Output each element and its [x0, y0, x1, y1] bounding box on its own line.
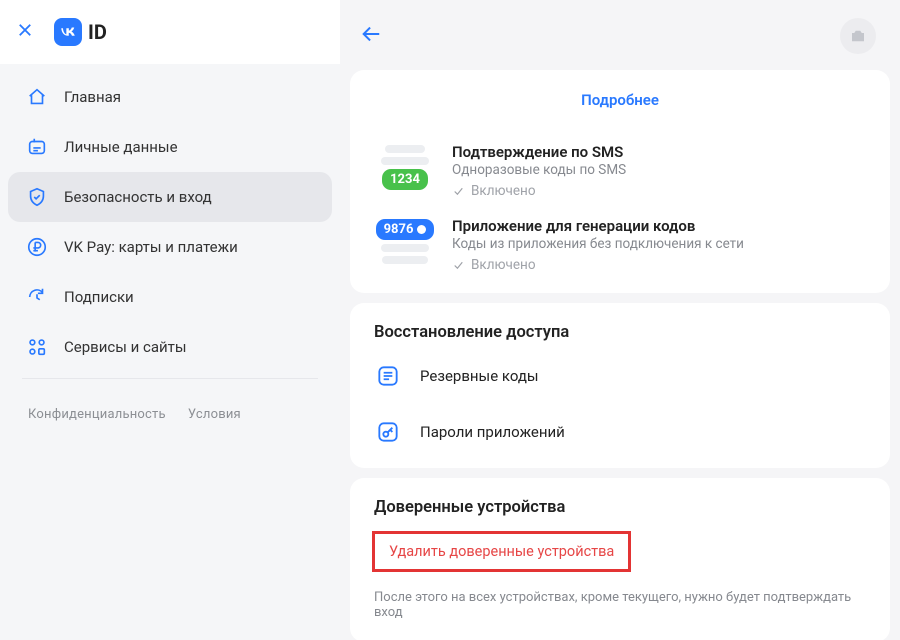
method-status: Включено — [452, 183, 866, 199]
check-icon — [452, 185, 465, 198]
key-icon — [374, 418, 402, 446]
refresh-icon — [26, 286, 48, 308]
close-icon[interactable] — [16, 21, 34, 43]
recovery-heading: Восстановление доступа — [350, 303, 890, 348]
id-card-icon — [26, 136, 48, 158]
trusted-heading: Доверенные устройства — [350, 478, 890, 523]
sidebar-item-label: Подписки — [64, 288, 134, 306]
trusted-hint: После этого на всех устройствах, кроме т… — [350, 582, 890, 640]
method-title: Подтверждение по SMS — [452, 143, 866, 162]
method-sms[interactable]: 1234 Подтверждение по SMS Одноразовые ко… — [350, 131, 890, 209]
sidebar-item-personal[interactable]: Личные данные — [8, 122, 332, 172]
logo: ID — [54, 18, 107, 46]
sidebar-item-label: Сервисы и сайты — [64, 338, 187, 356]
list-icon — [374, 362, 402, 390]
sidebar-item-label: Безопасность и вход — [64, 188, 212, 206]
app-thumb-icon: 9876 — [374, 217, 436, 264]
sidebar-item-security[interactable]: Безопасность и вход — [8, 172, 332, 222]
logo-text: ID — [88, 20, 107, 44]
method-title: Приложение для генерации кодов — [452, 217, 866, 236]
method-sub: Одноразовые коды по SMS — [452, 162, 866, 183]
method-sub: Коды из приложения без подключения к сет… — [452, 236, 866, 257]
row-app-passwords[interactable]: Пароли приложений — [350, 404, 890, 460]
row-label: Пароли приложений — [420, 423, 565, 441]
back-button[interactable] — [360, 23, 382, 49]
sms-thumb-icon: 1234 — [374, 143, 436, 190]
sidebar-item-services[interactable]: Сервисы и сайты — [8, 322, 332, 372]
camera-icon — [849, 27, 867, 45]
more-link[interactable]: Подробнее — [581, 91, 659, 109]
vk-logo-icon — [54, 18, 82, 46]
ruble-icon — [26, 236, 48, 258]
row-label: Резервные коды — [420, 367, 539, 385]
footer-privacy-link[interactable]: Конфиденциальность — [28, 407, 166, 422]
footer-terms-link[interactable]: Условия — [188, 407, 241, 422]
home-icon — [26, 86, 48, 108]
sidebar-item-label: Личные данные — [64, 138, 178, 156]
sidebar-item-subscriptions[interactable]: Подписки — [8, 272, 332, 322]
sidebar-item-home[interactable]: Главная — [8, 72, 332, 122]
sidebar-item-label: VK Pay: карты и платежи — [64, 238, 238, 256]
sidebar-item-vkpay[interactable]: VK Pay: карты и платежи — [8, 222, 332, 272]
sidebar-item-label: Главная — [64, 88, 121, 106]
row-backup-codes[interactable]: Резервные коды — [350, 348, 890, 404]
avatar[interactable] — [840, 18, 876, 54]
method-status: Включено — [452, 257, 866, 273]
check-icon — [452, 259, 465, 272]
delete-trusted-devices-button[interactable]: Удалить доверенные устройства — [372, 531, 631, 572]
shield-icon — [26, 186, 48, 208]
method-app-codes[interactable]: 9876 Приложение для генерации кодов Коды… — [350, 209, 890, 283]
grid-icon — [26, 336, 48, 358]
